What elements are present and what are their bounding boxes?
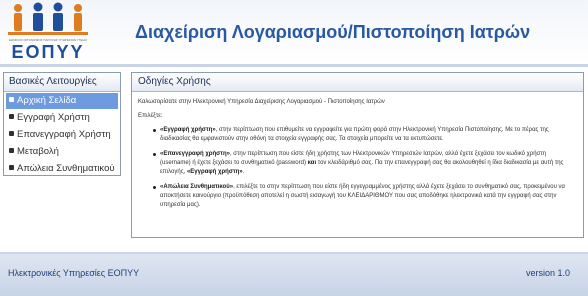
- eopyy-logo[interactable]: ΕΘΝΙΚΟΣ ΟΡΓΑΝΙΣΜΟΣ ΠΑΡΟΧΗΣ ΥΠΗΡΕΣΙΩΝ ΥΓΕ…: [6, 2, 90, 62]
- page-title: Διαχείριση Λογαριασμού/Πιστοποίηση Ιατρώ…: [135, 22, 531, 42]
- sidebar-item-label: Μεταβολή: [17, 146, 59, 157]
- header-divider: [0, 64, 588, 67]
- option-title: «Επανεγγραφή χρήστη»: [160, 151, 230, 157]
- sidebar-item-reregister[interactable]: Επανεγγραφή Χρήστη: [6, 127, 118, 143]
- header-bar: ΕΘΝΙΚΟΣ ΟΡΓΑΝΙΣΜΟΣ ΠΑΡΟΧΗΣ ΥΠΗΡΕΣΙΩΝ ΥΓΕ…: [0, 0, 588, 64]
- sidebar-item-label: Απώλεια Συνθηματικού: [17, 163, 115, 174]
- option-register: «Εγγραφή χρήστη», στην περίπτωση που επι…: [138, 126, 577, 144]
- sidebar-item-label: Επανεγγραφή Χρήστη: [17, 129, 111, 140]
- sidebar-item-change[interactable]: Μεταβολή: [6, 144, 118, 160]
- footer-version: version 1.0: [525, 268, 570, 278]
- sidebar-item-label: Εγγραφή Χρήστη: [17, 112, 90, 123]
- bullet-icon: [9, 147, 14, 153]
- bullet-icon: [9, 113, 14, 119]
- sidebar-item-label: Αρχική Σελίδα: [17, 95, 77, 106]
- bullet-icon: [9, 164, 14, 170]
- instructions-panel: Οδηγίες Χρήσης Καλωσορίσατε στην Ηλεκτρο…: [131, 72, 584, 238]
- sidebar-item-lost-password[interactable]: Απώλεια Συνθηματικού: [6, 161, 118, 177]
- panel-body: Καλωσορίσατε στην Ηλεκτρονική Υπηρεσία Δ…: [132, 92, 583, 210]
- option-text: , στην περίπτωση που επιθυμείτε να εγγρα…: [160, 127, 549, 142]
- option-title-2: «Εγγραφή χρήστη»: [186, 169, 243, 175]
- footer-services-label: Ηλεκτρονικές Υπηρεσίες ΕΟΠΥΥ: [8, 268, 140, 278]
- option-title: «Εγγραφή χρήστη»: [160, 127, 216, 133]
- option-reregister: «Επανεγγραφή χρήστη», στην περίπτωση που…: [138, 150, 577, 177]
- option-bold-and: και: [307, 160, 317, 166]
- choose-text: Επιλέξτε:: [138, 113, 163, 119]
- logo-wordmark: ΕΟΠΥΥ: [11, 42, 85, 62]
- sidebar-heading: Βασικές Λειτουργίες: [4, 73, 120, 92]
- panel-heading: Οδηγίες Χρήσης: [132, 73, 583, 92]
- option-lost-password: «Απώλεια Συνθηματικού», επιλέξτε το στην…: [138, 183, 577, 210]
- sidebar-item-register[interactable]: Εγγραφή Χρήστη: [6, 110, 118, 126]
- footer-bar: Ηλεκτρονικές Υπηρεσίες ΕΟΠΥΥ version 1.0: [0, 254, 588, 296]
- bullet-icon: [153, 129, 156, 132]
- bullet-icon: [9, 96, 14, 102]
- bullet-icon: [153, 186, 156, 189]
- sidebar: Βασικές Λειτουργίες Αρχική Σελίδα Εγγραφ…: [3, 72, 121, 176]
- sidebar-item-home[interactable]: Αρχική Σελίδα: [6, 93, 118, 109]
- bullet-icon: [153, 153, 156, 156]
- option-end: .: [242, 169, 245, 175]
- option-title: «Απώλεια Συνθηματικού»: [160, 184, 234, 190]
- welcome-text: Καλωσορίσατε στην Ηλεκτρονική Υπηρεσία Δ…: [138, 99, 385, 105]
- people-logo-icon: [8, 2, 88, 35]
- bullet-icon: [9, 130, 14, 136]
